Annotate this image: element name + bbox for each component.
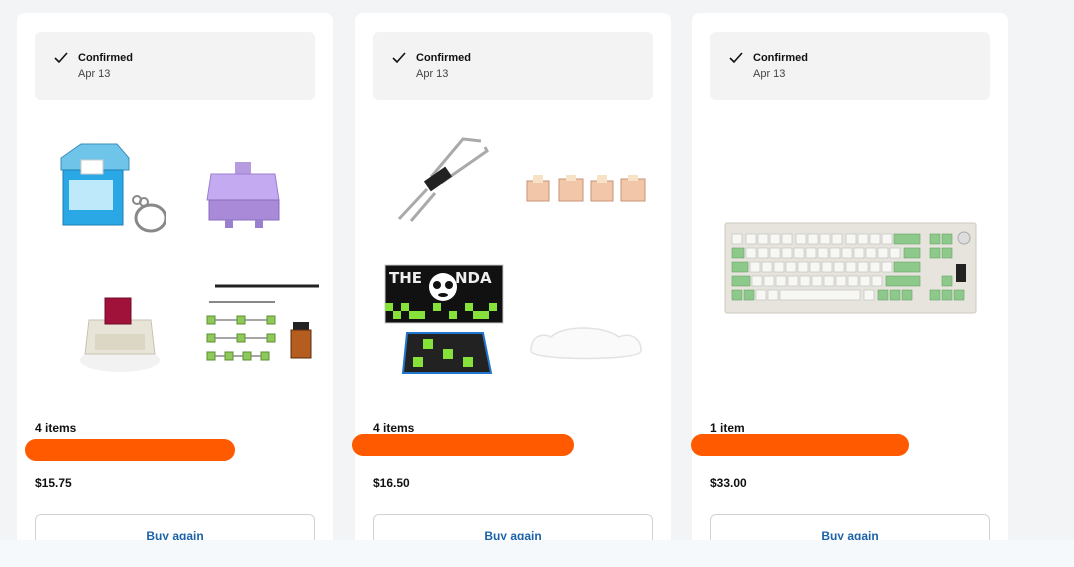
order-status-box: Confirmed Apr 13 xyxy=(373,32,653,100)
stabilizer-kit-thumbnail[interactable] xyxy=(195,280,320,380)
keyswitch-keychain-thumbnail[interactable] xyxy=(51,140,166,235)
order-status-box: Confirmed Apr 13 xyxy=(710,32,990,100)
item-count: 1 item xyxy=(710,421,745,435)
order-card: Confirmed Apr 13 xyxy=(691,13,1008,554)
switch-puller-thumbnail[interactable] xyxy=(391,137,491,227)
order-status-box: Confirmed Apr 13 xyxy=(35,32,315,100)
svg-text:THE: THE xyxy=(389,269,422,287)
product-thumbnails[interactable] xyxy=(710,125,990,415)
product-thumbnails[interactable]: THE NDA xyxy=(373,125,653,415)
order-price: $15.75 xyxy=(35,476,72,490)
status-date: Apr 13 xyxy=(753,68,786,80)
item-count: 4 items xyxy=(373,421,415,435)
order-card: Confirmed Apr 13 xyxy=(17,13,333,554)
red-switch-thumbnail[interactable] xyxy=(75,290,165,380)
order-price: $16.50 xyxy=(373,476,410,490)
order-card: Confirmed Apr 13 THE NDA 4 items $16.50 … xyxy=(352,13,671,554)
mechanical-keyboard-thumbnail[interactable] xyxy=(724,222,978,315)
panda-desk-mat-thumbnail[interactable]: THE NDA xyxy=(383,253,513,383)
order-price: $33.00 xyxy=(710,476,747,490)
check-icon xyxy=(54,52,68,64)
peach-switches-thumbnail[interactable] xyxy=(523,173,648,205)
status-label: Confirmed xyxy=(753,52,808,64)
redaction-mark xyxy=(691,434,909,456)
redaction-mark xyxy=(25,439,235,461)
check-icon xyxy=(392,52,406,64)
product-thumbnails[interactable] xyxy=(35,125,319,415)
item-count: 4 items xyxy=(35,421,77,435)
purple-switch-thumbnail[interactable] xyxy=(205,160,285,230)
redaction-mark xyxy=(352,434,574,456)
bottom-strip xyxy=(0,540,1074,567)
status-label: Confirmed xyxy=(416,52,471,64)
status-date: Apr 13 xyxy=(78,68,111,80)
status-label: Confirmed xyxy=(78,52,133,64)
check-icon xyxy=(729,52,743,64)
cloud-wrist-rest-thumbnail[interactable] xyxy=(523,323,648,363)
status-date: Apr 13 xyxy=(416,68,449,80)
svg-text:NDA: NDA xyxy=(455,269,492,287)
